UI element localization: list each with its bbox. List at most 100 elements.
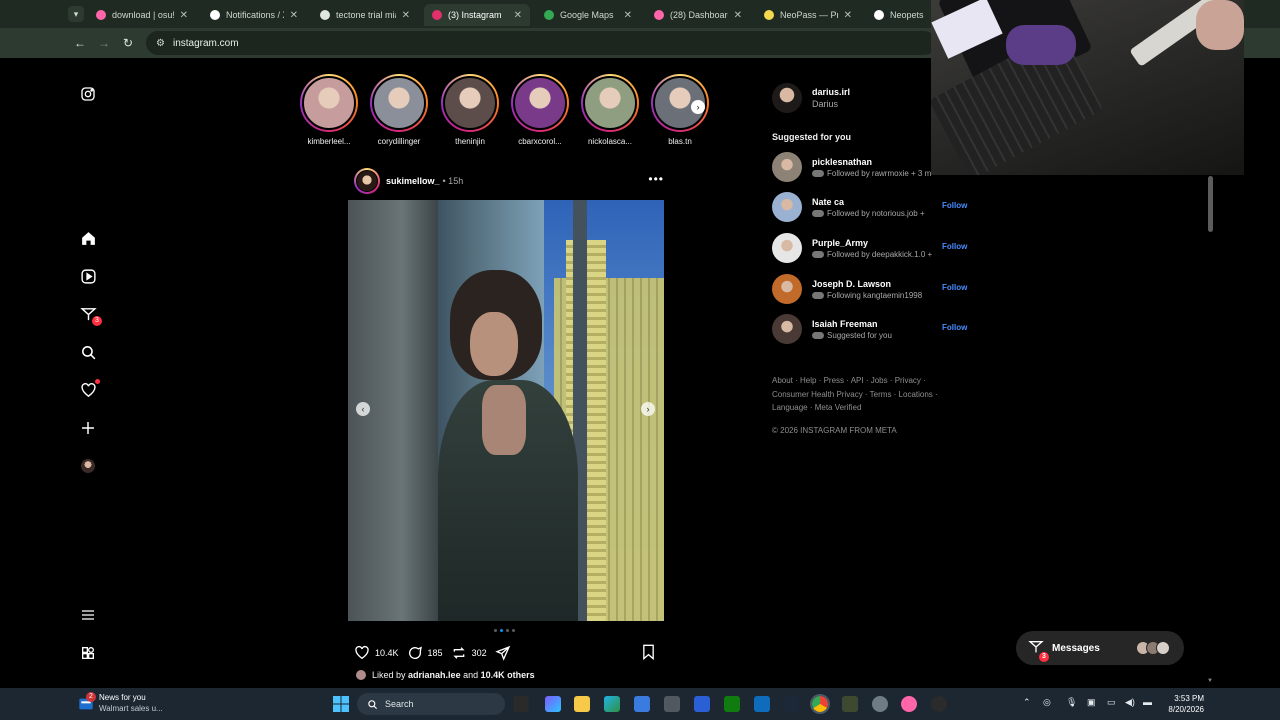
tab-close-icon[interactable]: ✕ — [290, 10, 298, 21]
outlook-icon[interactable] — [754, 696, 770, 712]
carousel-prev-button[interactable]: ‹ — [356, 402, 370, 416]
story-username: cbarxcorol... — [518, 137, 562, 146]
liked-by-others[interactable]: 10.4K others — [481, 670, 535, 680]
site-settings-icon[interactable]: ⚙ — [156, 38, 165, 49]
steam-icon[interactable] — [783, 696, 799, 712]
follow-button[interactable]: Follow — [942, 283, 967, 292]
suggested-user-avatar[interactable] — [772, 152, 802, 182]
current-user[interactable]: darius.irl Darius — [772, 83, 850, 113]
home-icon[interactable] — [78, 228, 98, 248]
edge-icon[interactable] — [604, 696, 620, 712]
suggested-user-username[interactable]: Nate ca — [812, 197, 952, 207]
messenger-icon[interactable]: 3 — [78, 304, 102, 326]
obs-icon[interactable] — [931, 696, 947, 712]
back-button[interactable]: ← — [71, 34, 89, 52]
post-author-avatar[interactable] — [354, 168, 380, 194]
start-button[interactable] — [333, 696, 349, 712]
tab-close-icon[interactable]: ✕ — [180, 10, 188, 21]
visual-studio-icon[interactable] — [694, 696, 710, 712]
suggested-user-avatar[interactable] — [772, 192, 802, 222]
heart-icon[interactable] — [78, 379, 100, 400]
battery-icon[interactable]: ▬ — [1143, 697, 1152, 707]
like-button[interactable]: 10.4K — [354, 645, 399, 661]
browser-tab[interactable]: Notifications / X ✕ — [202, 4, 306, 26]
current-user-avatar[interactable] — [772, 83, 802, 113]
app-icon-green[interactable] — [842, 696, 858, 712]
tab-close-icon[interactable]: ✕ — [624, 10, 632, 21]
tab-close-icon[interactable]: ✕ — [514, 10, 522, 21]
browser-tab[interactable]: download | osu! ✕ — [88, 4, 196, 26]
store-icon[interactable] — [634, 696, 650, 712]
story-item[interactable]: nickolasca... — [580, 74, 640, 146]
browser-tab[interactable]: Neopets - C — [866, 4, 932, 26]
chrome-icon[interactable] — [810, 694, 830, 714]
suggested-user-username[interactable]: Purple_Army — [812, 238, 952, 248]
carousel-next-button[interactable]: › — [641, 402, 655, 416]
create-plus-icon[interactable] — [78, 418, 98, 438]
file-explorer-icon[interactable] — [574, 696, 590, 712]
tab-close-icon[interactable]: ✕ — [402, 10, 410, 21]
browser-tab[interactable]: tectone trial mian ✕ — [312, 4, 418, 26]
story-item[interactable]: kimberleel... — [299, 74, 359, 146]
post-image[interactable] — [348, 200, 664, 621]
current-user-username[interactable]: darius.irl — [812, 87, 850, 97]
also-from-meta-icon[interactable] — [78, 643, 98, 663]
settings-icon[interactable] — [872, 696, 888, 712]
suggested-user-username[interactable]: Joseph D. Lawson — [812, 279, 952, 289]
follow-button[interactable]: Follow — [942, 201, 967, 210]
app-icon-cube[interactable] — [664, 696, 680, 712]
search-icon[interactable] — [78, 342, 98, 362]
story-username: kimberleel... — [307, 137, 351, 146]
suggested-user-subtitle: Followed by deepakkick.1.0 + — [827, 249, 933, 259]
share-button[interactable] — [494, 645, 516, 661]
osu-icon[interactable] — [901, 696, 917, 712]
suggested-user-avatar[interactable] — [772, 233, 802, 263]
suggested-user-avatar[interactable] — [772, 274, 802, 304]
tab-close-icon[interactable]: ✕ — [734, 10, 742, 21]
browser-tab[interactable]: (28) Dashboard | ✕ — [646, 4, 750, 26]
tray-app-icon[interactable]: ◎ — [1043, 697, 1051, 708]
network-icon[interactable]: ▭ — [1107, 697, 1116, 708]
news-widget[interactable]: 2 News for you Walmart sales u... — [78, 692, 163, 714]
tab-favicon-icon — [432, 10, 442, 20]
tab-close-icon[interactable]: ✕ — [844, 10, 852, 21]
xbox-icon[interactable] — [724, 696, 740, 712]
browser-tab[interactable]: Google Maps ✕ — [536, 4, 640, 26]
reload-button[interactable]: ↻ — [119, 34, 137, 52]
footer-links[interactable]: About · Help · Press · API · Jobs · Priv… — [772, 374, 940, 415]
address-bar[interactable]: ⚙ instagram.com — [146, 31, 936, 55]
profile-avatar[interactable] — [78, 456, 98, 476]
tray-overflow-icon[interactable]: ⌃ — [1023, 697, 1031, 708]
stories-next-button[interactable]: › — [691, 100, 705, 114]
task-view-icon[interactable] — [513, 696, 529, 712]
suggested-user-username[interactable]: Isaiah Freeman — [812, 319, 952, 329]
post-more-options-icon[interactable]: ••• — [648, 172, 664, 186]
suggested-user-subtitle: Followed by notorious.job + — [827, 208, 925, 218]
instagram-logo-icon[interactable] — [78, 84, 98, 104]
post-author-username[interactable]: sukimellow_ — [386, 176, 440, 186]
suggested-user-avatar[interactable] — [772, 314, 802, 344]
story-item[interactable]: corydillinger — [369, 74, 429, 146]
tab-search-button[interactable]: ▾ — [68, 6, 84, 22]
comment-button[interactable]: 185 — [407, 645, 443, 661]
follow-button[interactable]: Follow — [942, 242, 967, 251]
messages-button[interactable]: 3 Messages — [1016, 631, 1184, 665]
menu-icon[interactable] — [78, 605, 98, 625]
liked-by-user[interactable]: adrianah.lee — [408, 670, 461, 680]
system-clock[interactable]: 3:53 PM 8/20/2026 — [1164, 693, 1204, 715]
taskbar-search[interactable]: Search — [357, 693, 505, 715]
story-item[interactable]: theninjin — [440, 74, 500, 146]
tray-box-icon[interactable]: ▣ — [1087, 697, 1096, 708]
save-button[interactable] — [641, 644, 656, 662]
browser-tab[interactable]: NeoPass — Profile ✕ — [756, 4, 860, 26]
repost-button[interactable]: 302 — [451, 645, 487, 661]
volume-icon[interactable]: ◀) — [1125, 697, 1135, 708]
copilot-icon[interactable] — [545, 696, 561, 712]
mic-icon[interactable]: 🎙 — [1066, 697, 1077, 708]
reels-icon[interactable] — [78, 266, 98, 286]
story-item[interactable]: cbarxcorol... — [510, 74, 570, 146]
browser-tab[interactable]: (3) Instagram ✕ — [424, 4, 530, 26]
forward-button[interactable]: → — [95, 34, 113, 52]
scrollbar-thumb[interactable] — [1208, 176, 1213, 232]
follow-button[interactable]: Follow — [942, 323, 967, 332]
